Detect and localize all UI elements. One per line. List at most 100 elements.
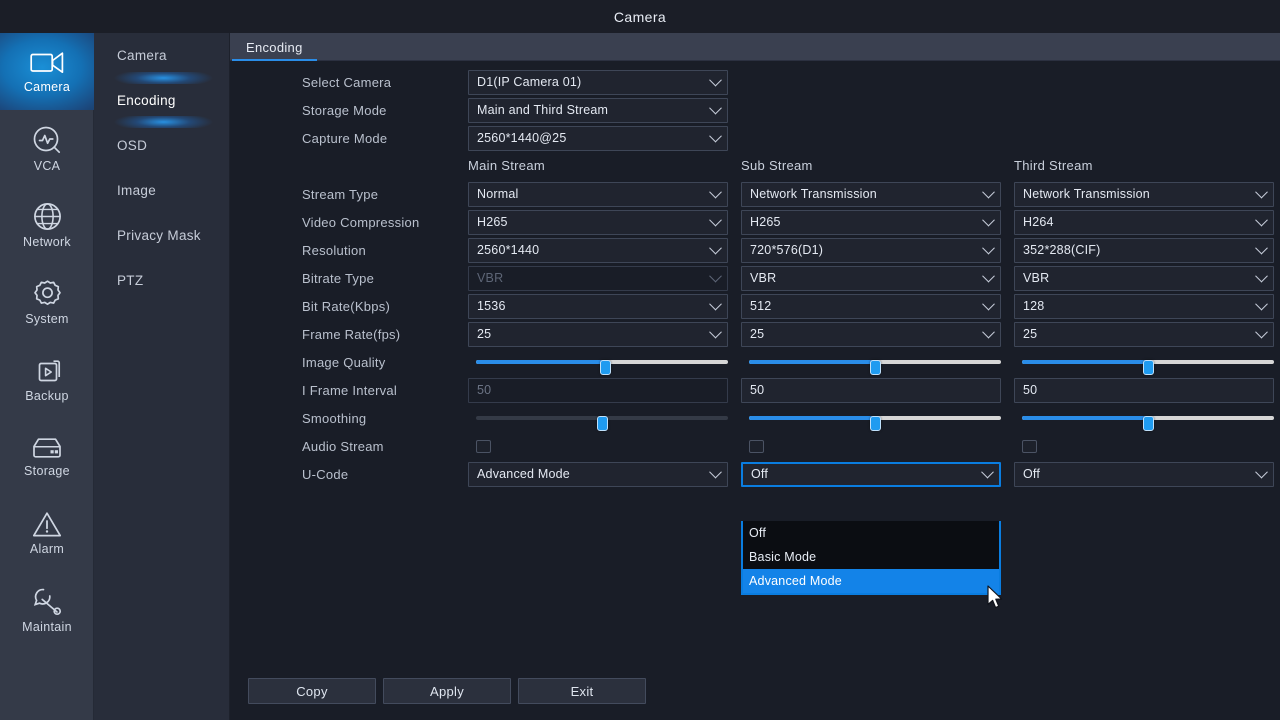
rail-item-network[interactable]: Network [0,187,94,264]
slider-fill [1022,416,1148,420]
select-frame-rate-fps-third[interactable]: 25 [1014,321,1274,347]
checkbox-audio-stream-main[interactable] [476,439,491,453]
chevron-down-icon [709,73,722,87]
select-select-camera[interactable]: D1(IP Camera 01) [468,69,728,95]
column-header-1: Sub Stream [741,158,813,173]
rail-item-system[interactable]: System [0,264,94,341]
select-u-code-main[interactable]: Advanced Mode [468,461,728,487]
slider-smoothing-sub[interactable] [741,406,1001,431]
tab-encoding-label: Encoding [246,39,303,55]
label-stream-type: Stream Type [302,186,379,202]
rail-item-backup[interactable]: Backup [0,341,94,418]
form-row: Capture Mode 2560*1440@25 [230,124,1280,152]
select-resolution-sub-value: 720*576(D1) [750,243,824,257]
column-headers-row: Main Stream Sub Stream Third Stream [230,152,1280,180]
select-video-compression-third-value: H264 [1023,215,1054,229]
select-video-compression-main[interactable]: H265 [468,209,728,235]
select-stream-type-sub[interactable]: Network Transmission [741,181,1001,207]
select-frame-rate-fps-sub-value: 25 [750,327,765,341]
slider-knob[interactable] [1143,416,1154,431]
tab-encoding[interactable]: Encoding [230,33,319,61]
label-image-quality: Image Quality [302,354,386,370]
ucode-dropdown-list[interactable]: Off Basic Mode Advanced Mode [741,521,1001,595]
select-bit-rate-kbps-sub[interactable]: 512 [741,293,1001,319]
slider-fill [1022,360,1148,364]
rail-item-label: Camera [23,79,71,94]
rail-item-alarm[interactable]: Alarm [0,495,94,572]
select-stream-type-sub-value: Network Transmission [750,187,877,201]
input-i-frame-interval-sub[interactable]: 50 [741,377,1001,403]
select-storage-mode[interactable]: Main and Third Stream [468,97,728,123]
tab-bar: Encoding [230,33,1280,61]
chevron-down-icon [982,269,995,283]
slider-track [476,360,728,375]
chevron-down-icon [1255,269,1268,283]
checkbox-audio-stream-third[interactable] [1022,439,1037,453]
input-i-frame-interval-third[interactable]: 50 [1014,377,1274,403]
select-bitrate-type-third[interactable]: VBR [1014,265,1274,291]
copy-button[interactable]: Copy [248,678,376,704]
slider-knob[interactable] [599,360,611,375]
select-video-compression-third[interactable]: H264 [1014,209,1274,235]
slider-image-quality-main[interactable] [468,350,728,375]
chevron-down-icon [709,185,722,199]
slider-knob[interactable] [1143,360,1154,375]
slider-image-quality-sub[interactable] [741,350,1001,375]
dropdown-option-advanced-mode[interactable]: Advanced Mode [743,569,999,593]
form-row: Bitrate Type VBR VBR VBR [230,264,1280,292]
label-i-frame-interval: I Frame Interval [302,382,398,398]
rail-item-storage[interactable]: Storage [0,418,94,495]
slider-knob[interactable] [870,416,881,431]
slider-smoothing-main [468,406,728,431]
select-bit-rate-kbps-main[interactable]: 1536 [468,293,728,319]
select-capture-mode[interactable]: 2560*1440@25 [468,125,728,151]
select-resolution-sub[interactable]: 720*576(D1) [741,237,1001,263]
label-bitrate-type: Bitrate Type [302,270,375,286]
submenu-item-label: OSD [117,138,148,153]
select-u-code-sub[interactable]: Off [741,461,1001,487]
select-resolution-main[interactable]: 2560*1440 [468,237,728,263]
slider-track [1022,360,1274,375]
chevron-down-icon [709,101,722,115]
slider-image-quality-third[interactable] [1014,350,1274,375]
slider-knob[interactable] [597,416,608,431]
slider-fill [476,360,605,364]
select-stream-type-main-value: Normal [477,187,519,201]
dropdown-option-off[interactable]: Off [743,521,999,545]
select-bit-rate-kbps-third-value: 128 [1023,299,1045,313]
select-u-code-third[interactable]: Off [1014,461,1274,487]
select-bitrate-type-sub[interactable]: VBR [741,265,1001,291]
column-header-0: Main Stream [468,158,545,173]
select-stream-type-main[interactable]: Normal [468,181,728,207]
exit-button[interactable]: Exit [518,678,646,704]
slider-knob[interactable] [870,360,881,375]
apply-button[interactable]: Apply [383,678,511,704]
checkbox-audio-stream-sub[interactable] [749,439,764,453]
submenu-item-image[interactable]: Image [94,168,229,213]
select-video-compression-sub[interactable]: H265 [741,209,1001,235]
rail-item-camera[interactable]: Camera [0,33,94,110]
select-bit-rate-kbps-third[interactable]: 128 [1014,293,1274,319]
input-i-frame-interval-sub-value: 50 [750,383,765,397]
select-frame-rate-fps-sub[interactable]: 25 [741,321,1001,347]
rail-item-maintain[interactable]: Maintain [0,572,94,649]
select-frame-rate-fps-main[interactable]: 25 [468,321,728,347]
select-capture-mode-value: 2560*1440@25 [477,131,567,145]
rail-item-label: VCA [33,158,61,173]
rail-item-label: Maintain [22,620,72,635]
submenu-item-ptz[interactable]: PTZ [94,258,229,303]
select-stream-type-third[interactable]: Network Transmission [1014,181,1274,207]
submenu-item-camera[interactable]: Camera [94,33,229,78]
slider-smoothing-third[interactable] [1014,406,1274,431]
dropdown-option-basic-mode[interactable]: Basic Mode [743,545,999,569]
camera-icon [30,50,64,76]
submenu-item-encoding[interactable]: Encoding [94,72,229,128]
form-row: Audio Stream [230,432,1280,460]
label-select-camera: Select Camera [302,74,392,90]
rail-item-vca[interactable]: VCA [0,110,94,187]
submenu-item-privacy-mask[interactable]: Privacy Mask [94,213,229,258]
label-bit-rate-kbps: Bit Rate(Kbps) [302,298,391,314]
select-resolution-third[interactable]: 352*288(CIF) [1014,237,1274,263]
chevron-down-icon [982,241,995,255]
submenu-item-osd[interactable]: OSD [94,123,229,168]
